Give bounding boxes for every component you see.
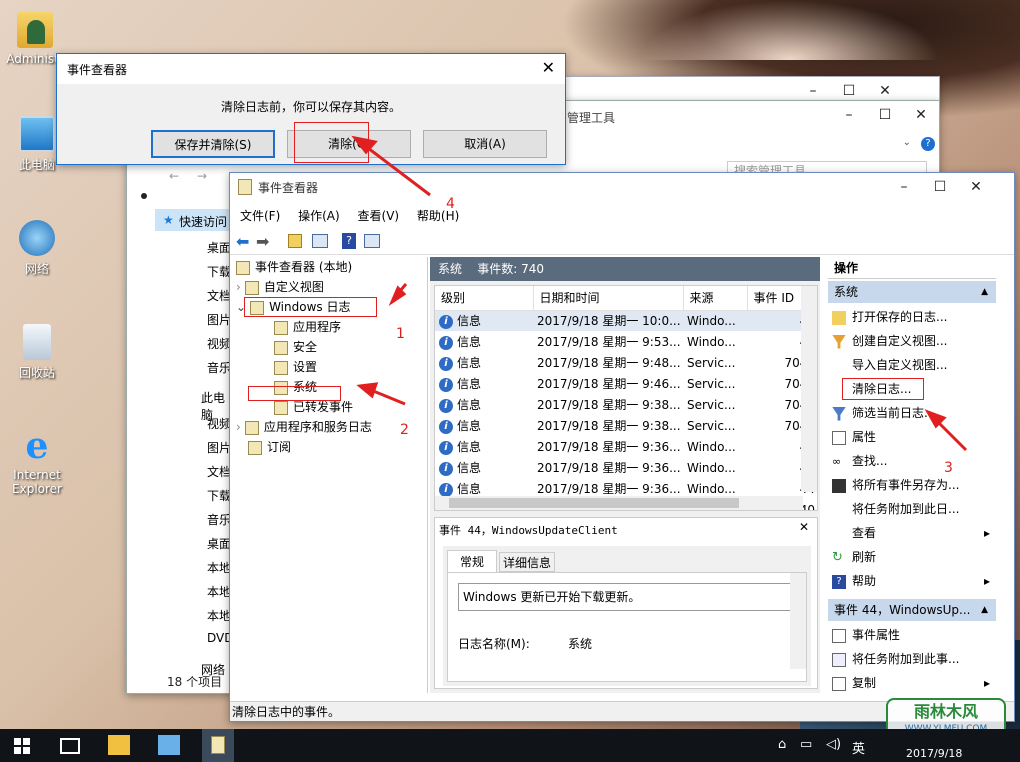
clock-date[interactable]: 2017/9/18 — [906, 747, 962, 760]
task-view-icon[interactable] — [60, 738, 80, 754]
arrowhead-1 — [388, 285, 407, 307]
annotation-3: 3 — [944, 460, 953, 476]
event-viewer-taskbar-button[interactable] — [202, 729, 234, 762]
control-panel-icon[interactable] — [158, 735, 180, 755]
annotation-2: 2 — [400, 422, 409, 438]
annotation-4: 4 — [446, 196, 455, 212]
volume-icon[interactable]: ◁) — [826, 737, 841, 752]
people-icon[interactable]: ⌂ — [778, 737, 786, 752]
file-explorer-icon[interactable] — [108, 735, 130, 755]
network-icon[interactable]: ▭ — [800, 737, 812, 752]
arrow-4 — [359, 140, 431, 197]
taskbar: ⌂ ▭ ◁) 英 2017/9/18 — [0, 729, 1020, 762]
annotation-arrows — [351, 135, 968, 452]
annotation-1: 1 — [396, 326, 405, 342]
input-language[interactable]: 英 — [852, 738, 865, 757]
arrowhead-2 — [356, 382, 379, 399]
watermark-text: 雨林木风 — [913, 702, 978, 721]
windows-start-icon[interactable] — [14, 738, 30, 754]
